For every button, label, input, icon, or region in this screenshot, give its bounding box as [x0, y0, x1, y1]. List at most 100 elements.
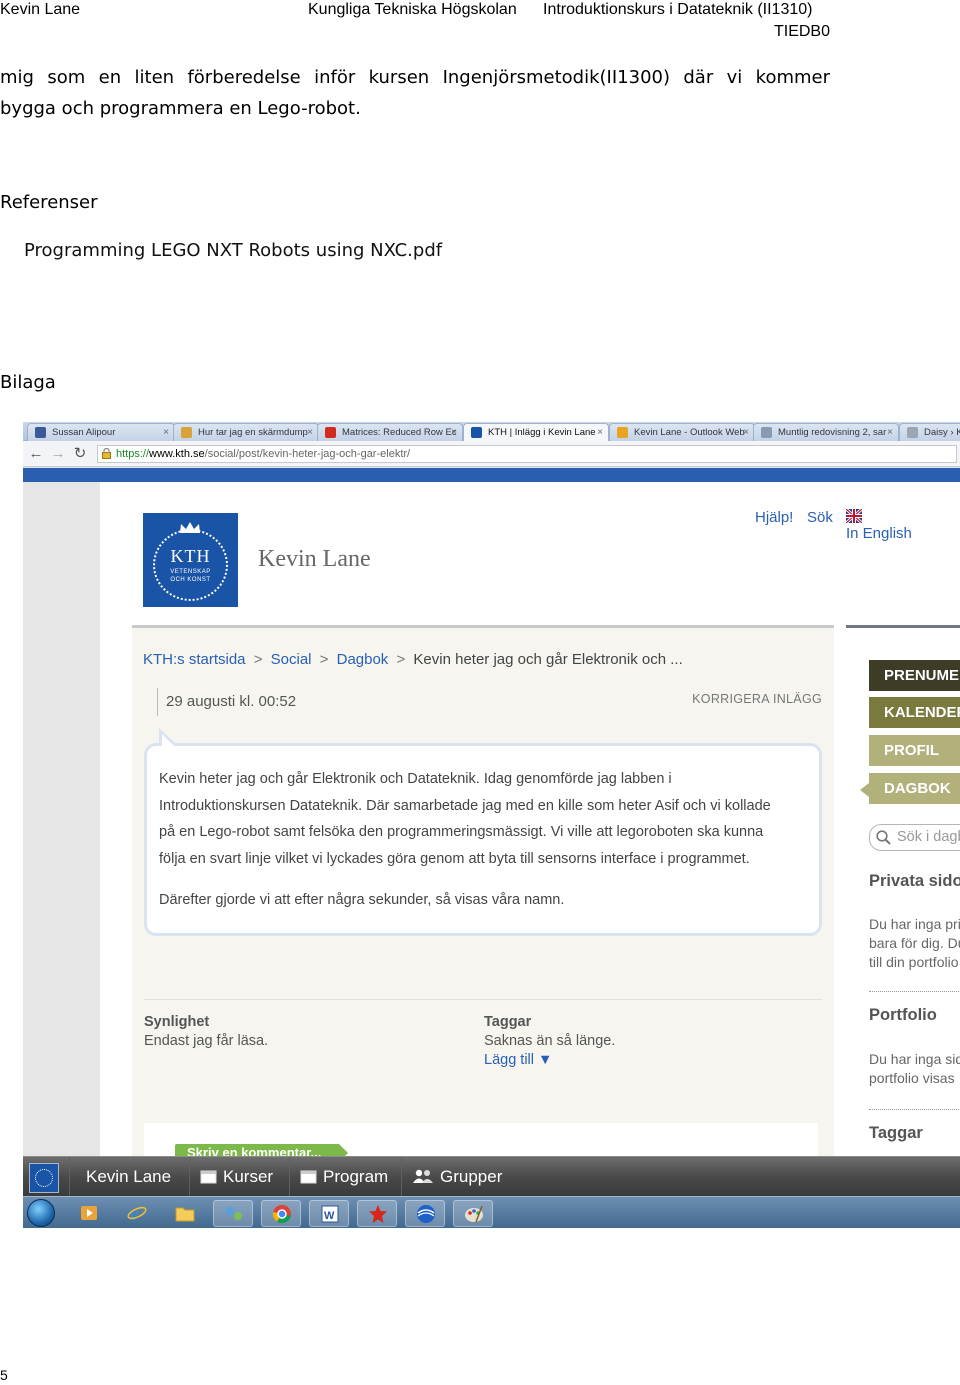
network-icon[interactable] [213, 1200, 253, 1227]
divider [144, 999, 822, 1000]
breadcrumb-current: Kevin heter jag och går Elektronik och .… [413, 651, 683, 668]
tags-heading: Taggar [869, 1124, 923, 1142]
tab-2[interactable]: Matrices: Reduced Row Ec × [317, 423, 463, 441]
chrome-glyph [272, 1205, 291, 1224]
breadcrumb-diary[interactable]: Dagbok [337, 651, 389, 668]
breadcrumb-home[interactable]: KTH:s startsida [143, 651, 246, 668]
sidebar-item-subscribe[interactable]: PRENUMERERA [869, 660, 960, 691]
logo-text-kth: KTH [170, 546, 211, 566]
word-icon[interactable]: W [309, 1200, 349, 1227]
private-pages-heading: Privata sidor [869, 872, 960, 890]
references-heading: Referenser [0, 192, 98, 213]
portfolio-text: portfolio visas [869, 1070, 955, 1086]
app-blue-icon[interactable] [405, 1200, 445, 1227]
visibility-value: Endast jag får läsa. [144, 1033, 269, 1049]
forward-arrow-icon[interactable]: → [49, 445, 67, 463]
breadcrumb-separator: > [253, 651, 263, 668]
search-icon [876, 830, 891, 845]
close-icon[interactable]: × [597, 424, 603, 441]
uk-flag-icon[interactable] [846, 509, 862, 523]
close-icon[interactable]: × [163, 424, 169, 441]
logo-text-vetenskap: VETENSKAP [170, 569, 211, 575]
chrome-icon[interactable] [261, 1200, 301, 1227]
toolbar-program-link[interactable]: Program [289, 1157, 401, 1197]
media-player-glyph [81, 1206, 97, 1220]
tab-label: Sussan Alipour [52, 427, 116, 438]
sidebar-item-diary[interactable]: DAGBOK [869, 773, 960, 804]
reload-icon[interactable]: ↻ [71, 445, 89, 463]
word-glyph: W [321, 1205, 339, 1223]
url-scheme: https:// [116, 448, 150, 460]
sidebar: PRENUMERERA KALENDER PROFIL DAGBOK Sök i… [846, 625, 960, 1156]
windows-start-icon[interactable] [27, 1199, 55, 1227]
mail-icon [761, 427, 772, 438]
tab-0[interactable]: Sussan Alipour × [27, 423, 175, 441]
breadcrumb-social[interactable]: Social [271, 651, 312, 668]
tab-3[interactable]: KTH | Inlägg i Kevin Lane × [463, 423, 609, 441]
windows-taskbar: e W [23, 1196, 960, 1228]
close-icon[interactable]: × [451, 424, 457, 441]
divider [869, 1109, 960, 1110]
tab-5[interactable]: Muntlig redovisning 2, sar × [753, 423, 899, 441]
file-explorer-icon[interactable] [165, 1200, 205, 1227]
close-icon[interactable]: × [307, 424, 313, 441]
kth-logo[interactable]: KTH VETENSKAP OCH KONST [143, 513, 238, 607]
help-link[interactable]: Hjälp! [755, 509, 793, 526]
tab-label: Muntlig redovisning 2, sar [778, 427, 887, 438]
diary-search-input[interactable]: Sök i dagbok [869, 824, 960, 851]
media-player-icon[interactable] [69, 1200, 109, 1227]
kth-logo-small[interactable] [29, 1163, 59, 1193]
edit-post-button[interactable]: KORRIGERA INLÄGG [692, 692, 822, 706]
sidebar-item-profile[interactable]: PROFIL [869, 735, 960, 766]
portfolio-text: Du har inga sidor [869, 1051, 960, 1067]
tab-1[interactable]: Hur tar jag en skärmdump × [173, 423, 319, 441]
tab-label: Daisy › Ke [924, 427, 960, 438]
search-link[interactable]: Sök [807, 509, 833, 526]
post-line: Därefter gjorde vi att efter några sekun… [159, 892, 565, 908]
bubble-tail-inner [162, 734, 175, 747]
network-glyph [226, 1207, 242, 1220]
toolbar-profile-label: Kevin Lane [86, 1167, 172, 1186]
paint-icon[interactable] [453, 1200, 493, 1227]
tab-label: Kevin Lane - Outlook Web [634, 427, 745, 438]
tab-label: Hur tar jag en skärmdump [198, 427, 308, 438]
outlook-icon [617, 427, 628, 438]
sidebar-item-calendar[interactable]: KALENDER [869, 697, 960, 728]
close-icon[interactable]: × [743, 424, 749, 441]
site-top-strip [23, 468, 960, 482]
header-course: Introduktionskurs i Datateknik (II1310) [543, 1, 813, 18]
portfolio-heading: Portfolio [869, 1006, 937, 1024]
appendix-heading: Bilaga [0, 372, 56, 393]
post-text: Kevin heter jag och går Elektronik och D… [159, 766, 807, 872]
ie-glyph: e [127, 1204, 147, 1223]
logo-ring [35, 1169, 53, 1187]
body-line-2: bygga och programmera en Lego-robot. [0, 98, 361, 119]
body-paragraph: mig som en liten förberedelse inför kurs… [0, 62, 830, 124]
close-icon[interactable]: × [887, 424, 893, 441]
body-line-1: mig som en liten förberedelse inför kurs… [0, 67, 830, 88]
post-line: Introduktionskursen Datateknik. Där sama… [159, 797, 771, 814]
folder-glyph [175, 1207, 195, 1222]
english-link[interactable]: In English [846, 525, 912, 542]
header-school: Kungliga Tekniska Högskolan [308, 1, 517, 18]
url-host: www.kth.se [149, 448, 205, 460]
tab-6[interactable]: Daisy › Ke [899, 423, 960, 441]
add-tag-button[interactable]: Lägg till ▼ [484, 1051, 615, 1070]
url-field[interactable]: https://www.kth.se/social/post/kevin-het… [97, 445, 957, 463]
toolbar-courses-label: Kurser [223, 1167, 274, 1186]
toolbar-groups-link[interactable]: Grupper [401, 1157, 521, 1197]
breadcrumb: KTH:s startsida > Social > Dagbok > Kevi… [143, 651, 683, 668]
post-container: KTH:s startsida > Social > Dagbok > Kevi… [132, 625, 834, 1163]
toolbar-courses-link[interactable]: Kurser [189, 1157, 289, 1197]
tab-4[interactable]: Kevin Lane - Outlook Web × [609, 423, 755, 441]
toolbar-profile-link[interactable]: Kevin Lane [69, 1157, 189, 1197]
back-arrow-icon[interactable]: ← [27, 445, 45, 463]
internet-explorer-icon[interactable]: e [117, 1200, 157, 1227]
app-red-icon[interactable] [357, 1200, 397, 1227]
site-owner-name: Kevin Lane [258, 546, 371, 572]
header-author: Kevin Lane [0, 1, 81, 18]
post-line: Kevin heter jag och går Elektronik och D… [159, 771, 672, 787]
question-icon [181, 427, 192, 438]
post-date: 29 augusti kl. 00:52 [157, 688, 296, 716]
appendix-screenshot: Sussan Alipour × Hur tar jag en skärmdum… [23, 422, 960, 1228]
